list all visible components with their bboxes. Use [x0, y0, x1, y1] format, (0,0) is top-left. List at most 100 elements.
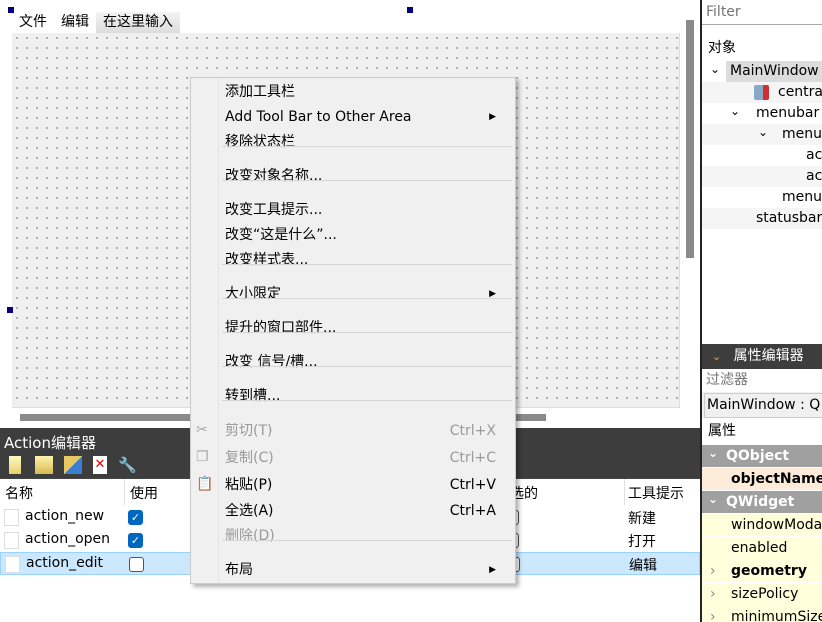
menu-item-label: 布局: [225, 562, 253, 578]
property-row[interactable]: › minimumSize: [702, 606, 822, 622]
action-editor-title: Action编辑器: [4, 434, 96, 452]
menu-item[interactable]: 全选(A) Ctrl+A: [225, 499, 510, 523]
copy-icon: ❐: [196, 449, 209, 465]
menu-file[interactable]: 文件: [12, 12, 54, 33]
chevron-down-icon[interactable]: ⌄: [712, 350, 721, 363]
tree-item[interactable]: statusbar: [702, 208, 822, 229]
menu-item-label: 删除(D): [225, 528, 275, 544]
menu-item[interactable]: Add Tool Bar to Other Area ▶: [225, 105, 510, 129]
menu-item-label: 粘贴(P): [225, 477, 273, 493]
chevron-right-icon[interactable]: ›: [710, 560, 716, 583]
property-filter-input[interactable]: [702, 369, 820, 391]
menu-item[interactable]: 改变“这是什么”...: [225, 223, 510, 247]
tree-item-label: MainWindow: [726, 61, 822, 82]
menu-item-label: 改变样式表...: [225, 252, 309, 268]
property-editor-title: 属性编辑器: [733, 348, 804, 364]
used-checkbox[interactable]: [129, 557, 144, 572]
property-label: QWidget: [726, 494, 795, 510]
chevron-down-icon[interactable]: ⌄: [730, 101, 740, 122]
menu-item[interactable]: 改变工具提示...: [225, 198, 510, 222]
menu-separator: [222, 146, 512, 147]
menu-separator: [222, 366, 512, 367]
tree-item[interactable]: act: [702, 166, 822, 187]
menu-separator: [222, 400, 512, 401]
submenu-arrow-icon: ▶: [489, 565, 496, 575]
menu-item-shortcut: Ctrl+C: [449, 450, 496, 466]
context-menu: 添加工具栏 Add Tool Bar to Other Area ▶ 移除状态栏改变对…: [190, 77, 516, 584]
action-name: action_new: [25, 508, 105, 524]
tree-item-label: act: [806, 147, 822, 163]
tree-item[interactable]: menu_: [702, 187, 822, 208]
menu-item[interactable]: 改变 信号/槽...: [225, 350, 510, 374]
property-row[interactable]: › sizePolicy: [702, 583, 822, 606]
column-name[interactable]: 名称: [5, 483, 33, 503]
column-used[interactable]: 使用: [130, 483, 158, 503]
tree-item-label: menu_: [782, 189, 822, 205]
menu-item-label: 大小限定: [225, 286, 281, 302]
submenu-arrow-icon: ▶: [489, 289, 496, 299]
tree-item[interactable]: centra: [702, 82, 822, 103]
menu-item[interactable]: 添加工具栏: [225, 80, 510, 104]
chevron-right-icon[interactable]: ›: [710, 606, 716, 622]
menu-item[interactable]: 粘贴(P) Ctrl+V: [225, 473, 510, 497]
menu-type-here[interactable]: 在这里输入: [96, 12, 180, 33]
action-tooltip: 编辑: [629, 558, 657, 574]
chevron-right-icon[interactable]: ›: [710, 583, 716, 606]
right-panel: 对象 ⌄MainWindowcentra⌄menubar⌄menuactactm…: [700, 0, 822, 622]
menu-item[interactable]: 改变对象名称...: [225, 164, 510, 188]
menu-item[interactable]: 复制(C) Ctrl+C: [225, 446, 510, 470]
used-checkbox[interactable]: ✓: [128, 510, 143, 525]
property-row[interactable]: enabled: [702, 537, 822, 560]
selection-handle[interactable]: [7, 307, 13, 313]
tree-item-label: statusbar: [756, 210, 822, 226]
property-row[interactable]: › geometry: [702, 560, 822, 583]
menu-item[interactable]: 转到槽...: [225, 384, 510, 408]
property-row[interactable]: objectName: [702, 468, 822, 491]
form-menubar: 文件 编辑 在这里输入: [12, 12, 180, 33]
menu-item-label: 改变工具提示...: [225, 202, 323, 218]
property-row[interactable]: windowModa: [702, 514, 822, 537]
property-group[interactable]: ⌄ QObject: [702, 445, 822, 468]
menu-item[interactable]: 移除状态栏: [225, 130, 510, 154]
delete-icon[interactable]: ✕: [93, 456, 107, 474]
property-editor-header: ⌄ 属性编辑器: [702, 344, 822, 369]
menu-item[interactable]: 提升的窗口部件...: [225, 316, 510, 340]
property-column-header[interactable]: 属性: [702, 418, 822, 445]
submenu-arrow-icon: ▶: [489, 112, 496, 122]
wrench-icon[interactable]: 🔧: [118, 456, 137, 474]
action-icon-placeholder: [5, 556, 20, 573]
used-checkbox[interactable]: ✓: [128, 533, 143, 548]
open-folder-icon[interactable]: [35, 456, 53, 474]
new-action-icon[interactable]: [9, 456, 21, 474]
menu-edit[interactable]: 编辑: [54, 12, 96, 33]
copy-icon[interactable]: [64, 456, 82, 474]
property-label: objectName: [731, 471, 822, 487]
object-column-header[interactable]: 对象: [708, 37, 736, 57]
tree-item[interactable]: ⌄ MainWindow: [702, 61, 822, 82]
chevron-down-icon[interactable]: ⌄: [758, 122, 768, 143]
tree-item[interactable]: act: [702, 145, 822, 166]
tree-item[interactable]: ⌄ menu: [702, 124, 822, 145]
menu-separator: [222, 540, 512, 541]
tree-item[interactable]: ⌄ menubar: [702, 103, 822, 124]
property-group[interactable]: ⌄ QWidget: [702, 491, 822, 514]
chevron-down-icon[interactable]: ⌄: [708, 442, 718, 465]
menu-item[interactable]: 大小限定 ▶: [225, 282, 510, 306]
menu-item-label: 剪切(T): [225, 423, 273, 439]
object-filter-input[interactable]: [702, 0, 820, 24]
column-tooltip[interactable]: 工具提示: [628, 483, 684, 503]
vertical-scrollbar[interactable]: [686, 20, 694, 258]
selection-handle[interactable]: [407, 7, 413, 13]
menu-item[interactable]: 布局 ▶: [225, 558, 510, 582]
menu-item[interactable]: 剪切(T) Ctrl+X: [225, 419, 510, 443]
tree-item-label: menubar: [756, 105, 820, 121]
chevron-down-icon[interactable]: ⌄: [710, 59, 720, 80]
menu-item[interactable]: 删除(D): [225, 524, 510, 548]
action-icon-placeholder: [4, 532, 19, 549]
chevron-down-icon[interactable]: ⌄: [708, 488, 718, 511]
menu-item-label: 添加工具栏: [225, 84, 295, 100]
scissors-icon: ✂: [196, 422, 208, 438]
menu-item[interactable]: 改变样式表...: [225, 248, 510, 272]
tree-item-label: act: [806, 168, 822, 184]
menu-separator: [222, 332, 512, 333]
